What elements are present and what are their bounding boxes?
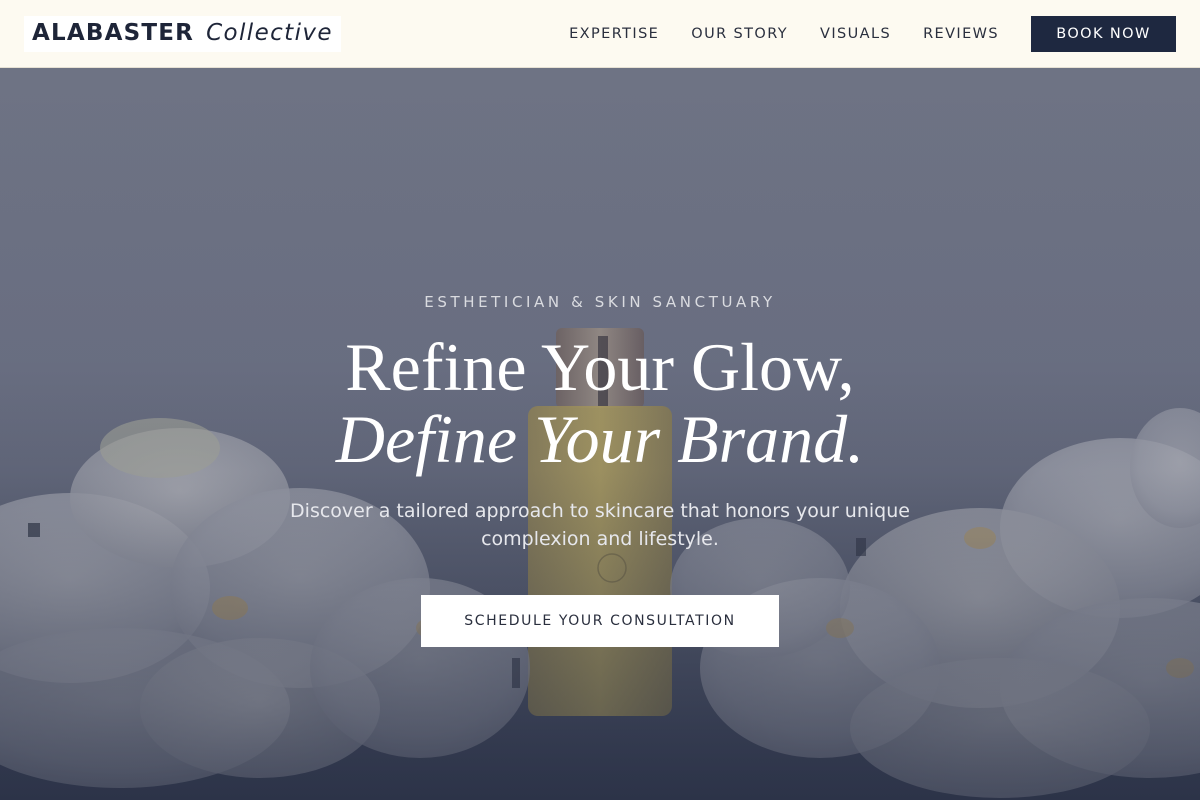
hero-section: ESTHETICIAN & SKIN SANCTUARY Refine Your… bbox=[0, 68, 1200, 800]
hero-headline: Refine Your Glow, Define Your Brand. bbox=[336, 331, 864, 475]
hero-content: ESTHETICIAN & SKIN SANCTUARY Refine Your… bbox=[0, 68, 1200, 800]
schedule-consultation-button[interactable]: SCHEDULE YOUR CONSULTATION bbox=[421, 595, 779, 647]
brand-name-main: ALABASTER bbox=[32, 19, 195, 46]
hero-headline-line1: Refine Your Glow, bbox=[345, 329, 855, 405]
hero-eyebrow: ESTHETICIAN & SKIN SANCTUARY bbox=[424, 293, 776, 311]
nav-link-reviews[interactable]: REVIEWS bbox=[923, 26, 999, 42]
nav-link-expertise[interactable]: EXPERTISE bbox=[569, 26, 659, 42]
site-header: ALABASTER Collective EXPERTISE OUR STORY… bbox=[0, 0, 1200, 68]
book-now-button[interactable]: BOOK NOW bbox=[1031, 15, 1176, 52]
brand-logo[interactable]: ALABASTER Collective bbox=[24, 15, 341, 52]
nav-link-visuals[interactable]: VISUALS bbox=[820, 26, 891, 42]
nav-link-our-story[interactable]: OUR STORY bbox=[691, 26, 788, 42]
hero-headline-line2: Define Your Brand. bbox=[335, 401, 865, 477]
brand-name-sub: Collective bbox=[206, 19, 333, 46]
main-nav: EXPERTISE OUR STORY VISUALS REVIEWS BOOK… bbox=[569, 15, 1176, 52]
hero-subtext: Discover a tailored approach to skincare… bbox=[290, 500, 910, 550]
